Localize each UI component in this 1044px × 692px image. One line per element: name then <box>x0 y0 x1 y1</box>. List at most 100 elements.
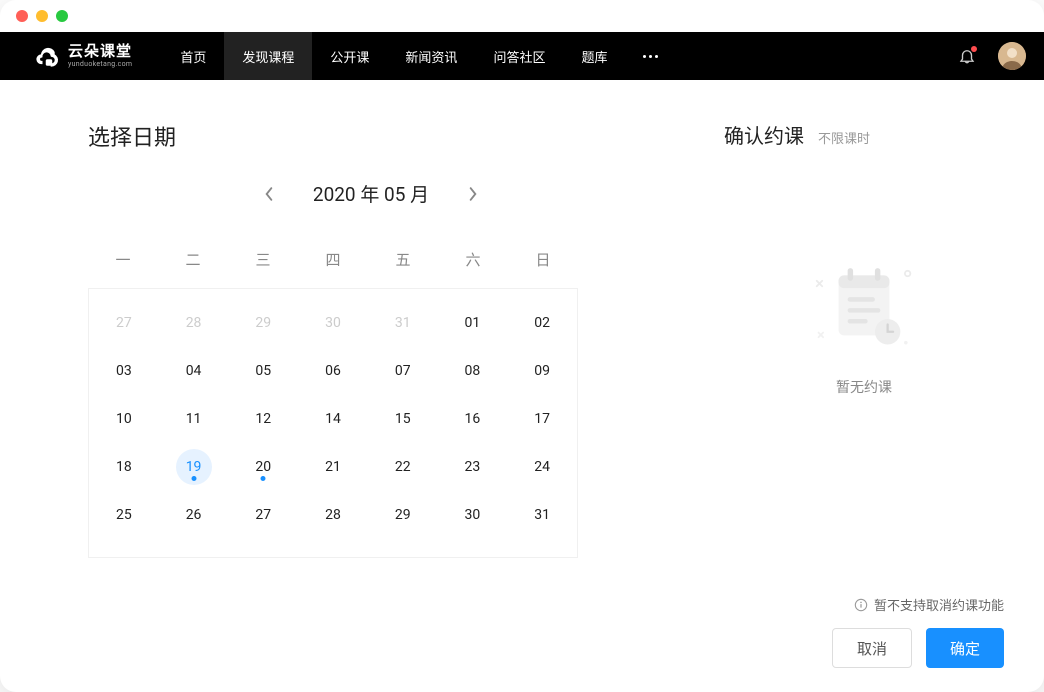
weekday-0: 一 <box>88 235 158 288</box>
calendar-day[interactable]: 20 <box>245 449 281 485</box>
calendar-cell: 12 <box>228 395 298 443</box>
calendar-day[interactable]: 15 <box>385 401 421 437</box>
traffic-light-zoom[interactable] <box>56 10 68 22</box>
nav-item-4[interactable]: 问答社区 <box>475 32 563 80</box>
calendar-day[interactable]: 02 <box>524 305 560 341</box>
calendar-day[interactable]: 12 <box>245 401 281 437</box>
calendar-cell: 03 <box>89 347 159 395</box>
calendar-day[interactable]: 29 <box>385 497 421 533</box>
notifications-button[interactable] <box>958 47 976 65</box>
top-nav: 云朵课堂 yunduoketang.com 首页发现课程公开课新闻资讯问答社区题… <box>0 32 1044 80</box>
logo-icon <box>36 43 62 69</box>
weekday-1: 二 <box>158 235 228 288</box>
calendar-cell: 21 <box>298 443 368 491</box>
chevron-left-icon <box>264 187 274 201</box>
calendar-day[interactable]: 04 <box>176 353 212 389</box>
weekday-3: 四 <box>298 235 368 288</box>
calendar-day[interactable]: 05 <box>245 353 281 389</box>
calendar-cell: 04 <box>159 347 229 395</box>
calendar-day[interactable]: 31 <box>524 497 560 533</box>
calendar-cell: 05 <box>228 347 298 395</box>
nav-item-3[interactable]: 新闻资讯 <box>387 32 475 80</box>
calendar-day: 27 <box>106 305 142 341</box>
calendar-day[interactable]: 14 <box>315 401 351 437</box>
notification-dot <box>971 46 977 52</box>
calendar-cell: 17 <box>507 395 577 443</box>
notice: 暂不支持取消约课功能 <box>724 595 1004 614</box>
calendar-grid: 27 28 29 30 31 01 02 03 04 05 06 07 08 09 10 11 12 14 15 16… <box>88 289 578 558</box>
calendar-day: 29 <box>245 305 281 341</box>
nav-item-2[interactable]: 公开课 <box>312 32 387 80</box>
calendar-day[interactable]: 30 <box>454 497 490 533</box>
calendar-day[interactable]: 27 <box>245 497 281 533</box>
calendar-day[interactable]: 08 <box>454 353 490 389</box>
next-month-button[interactable] <box>463 184 483 204</box>
traffic-light-close[interactable] <box>16 10 28 22</box>
weekday-2: 三 <box>228 235 298 288</box>
calendar-day: 30 <box>315 305 351 341</box>
weekday-6: 日 <box>508 235 578 288</box>
confirm-subtitle: 不限课时 <box>818 128 870 147</box>
mac-titlebar <box>0 0 1044 32</box>
calendar-cell: 10 <box>89 395 159 443</box>
nav-item-1[interactable]: 发现课程 <box>224 32 312 80</box>
event-dot <box>191 476 196 481</box>
calendar-cell: 01 <box>438 299 508 347</box>
nav-item-5[interactable]: 题库 <box>563 32 625 80</box>
actions: 取消 确定 <box>724 628 1004 668</box>
month-label: 2020 年 05 月 <box>313 180 429 207</box>
calendar-day[interactable]: 19 <box>176 449 212 485</box>
calendar-day[interactable]: 28 <box>315 497 351 533</box>
calendar-cell: 15 <box>368 395 438 443</box>
calendar-day[interactable]: 23 <box>454 449 490 485</box>
calendar-day[interactable]: 11 <box>176 401 212 437</box>
calendar-cell: 26 <box>159 491 229 539</box>
calendar-cell: 06 <box>298 347 368 395</box>
calendar-day[interactable]: 21 <box>315 449 351 485</box>
cancel-button[interactable]: 取消 <box>832 628 912 668</box>
calendar-day[interactable]: 26 <box>176 497 212 533</box>
app-window: 云朵课堂 yunduoketang.com 首页发现课程公开课新闻资讯问答社区题… <box>0 0 1044 692</box>
calendar-cell: 11 <box>159 395 229 443</box>
logo[interactable]: 云朵课堂 yunduoketang.com <box>36 43 132 69</box>
calendar-day[interactable]: 01 <box>454 305 490 341</box>
empty-text: 暂无约课 <box>836 377 892 397</box>
month-picker: 2020 年 05 月 <box>88 180 654 207</box>
calendar-cell: 30 <box>298 299 368 347</box>
calendar-day[interactable]: 22 <box>385 449 421 485</box>
traffic-light-minimize[interactable] <box>36 10 48 22</box>
empty-illustration <box>809 259 919 359</box>
calendar-title: 选择日期 <box>88 120 654 152</box>
calendar-cell: 30 <box>438 491 508 539</box>
avatar[interactable] <box>998 42 1026 70</box>
calendar-cell: 25 <box>89 491 159 539</box>
calendar-day[interactable]: 17 <box>524 401 560 437</box>
calendar: 一二三四五六日 27282930310102030405060708091011… <box>88 235 578 558</box>
calendar-day[interactable]: 24 <box>524 449 560 485</box>
calendar-day[interactable]: 10 <box>106 401 142 437</box>
calendar-cell: 31 <box>507 491 577 539</box>
prev-month-button[interactable] <box>259 184 279 204</box>
calendar-day[interactable]: 09 <box>524 353 560 389</box>
confirm-title: 确认约课 <box>724 120 804 149</box>
confirm-button[interactable]: 确定 <box>926 628 1004 668</box>
calendar-day[interactable]: 07 <box>385 353 421 389</box>
calendar-cell: 07 <box>368 347 438 395</box>
empty-state: 暂无约课 <box>724 189 1004 595</box>
calendar-day: 28 <box>176 305 212 341</box>
confirm-panel: 确认约课 不限课时 <box>684 80 1044 692</box>
nav-more[interactable] <box>625 55 676 58</box>
calendar-day[interactable]: 16 <box>454 401 490 437</box>
calendar-cell: 28 <box>159 299 229 347</box>
calendar-day[interactable]: 25 <box>106 497 142 533</box>
calendar-cell: 24 <box>507 443 577 491</box>
calendar-cell: 08 <box>438 347 508 395</box>
calendar-cell: 22 <box>368 443 438 491</box>
nav-item-0[interactable]: 首页 <box>162 32 224 80</box>
calendar-day[interactable]: 06 <box>315 353 351 389</box>
calendar-day[interactable]: 18 <box>106 449 142 485</box>
calendar-cell: 31 <box>368 299 438 347</box>
calendar-cell: 19 <box>159 443 229 491</box>
calendar-cell: 20 <box>228 443 298 491</box>
calendar-day[interactable]: 03 <box>106 353 142 389</box>
